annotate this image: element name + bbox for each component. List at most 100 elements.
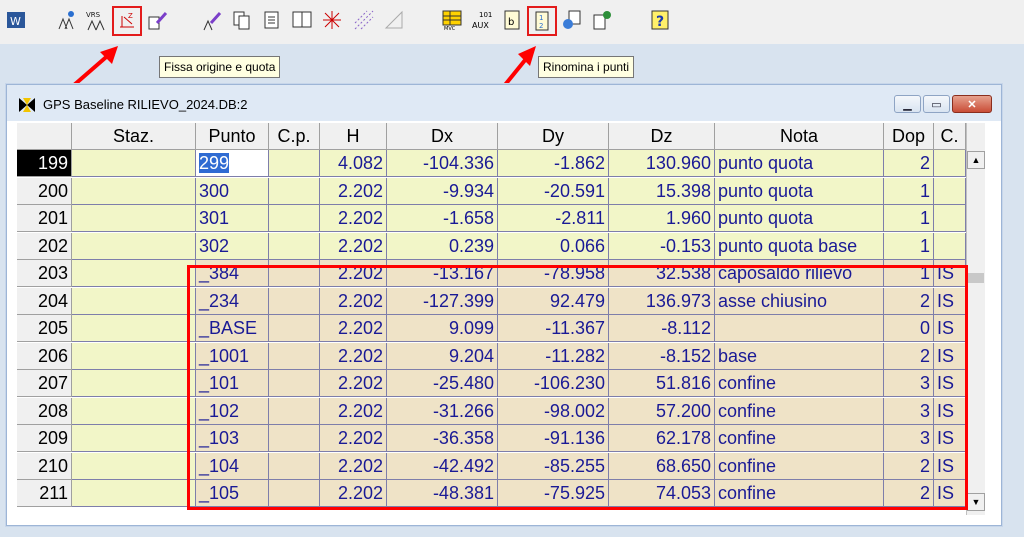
document-list-icon[interactable] [260, 8, 284, 32]
cell-stz[interactable] [72, 425, 196, 452]
cell-dop[interactable]: 1 [884, 177, 934, 205]
table-row[interactable]: 201 301 2.202 -1.658 -2.811 1.960 punto quota 1 [17, 205, 966, 232]
cell-c[interactable]: IS [934, 480, 966, 507]
table-row[interactable]: 207 _101 2.202 -25.480 -106.230 51.816 confine… [17, 370, 966, 397]
cell-dop[interactable]: 2 [884, 287, 934, 315]
column-header[interactable]: Nota [715, 123, 884, 150]
cell-punto[interactable]: _101 [196, 370, 269, 397]
cell-dy[interactable]: -78.958 [498, 260, 609, 287]
maximize-button[interactable]: ▭ [923, 95, 950, 113]
cell-stz[interactable] [72, 177, 196, 205]
scroll-down-button[interactable]: ▼ [967, 493, 985, 511]
cell-h[interactable]: 2.202 [320, 425, 387, 452]
cell-h[interactable]: 2.202 [320, 397, 387, 425]
cell-punto[interactable]: _102 [196, 397, 269, 425]
help-button[interactable]: ? [648, 8, 672, 32]
column-header[interactable]: Dx [387, 123, 498, 150]
row-number[interactable]: 209 [17, 425, 72, 452]
table-row[interactable]: 205 _BASE 2.202 9.099 -11.367 -8.112 0 IS [17, 315, 966, 342]
cell-dx[interactable]: -48.381 [387, 480, 498, 507]
cell-dz[interactable]: 68.650 [609, 452, 715, 480]
cell-h[interactable]: 2.202 [320, 287, 387, 315]
cell-stz[interactable] [72, 260, 196, 287]
table-row[interactable]: 209 _103 2.202 -36.358 -91.136 62.178 confine 3… [17, 425, 966, 452]
cell-dy[interactable]: -106.230 [498, 370, 609, 397]
cell-c[interactable]: IS [934, 287, 966, 315]
cell-stz[interactable] [72, 480, 196, 507]
cell-dop[interactable]: 0 [884, 315, 934, 342]
cell-punto[interactable]: _103 [196, 425, 269, 452]
cell-dop[interactable]: 2 [884, 452, 934, 480]
table-row[interactable]: 210 _104 2.202 -42.492 -85.255 68.650 confine 2… [17, 452, 966, 480]
cell-dy[interactable]: -75.925 [498, 480, 609, 507]
cell-cp[interactable] [269, 260, 320, 287]
column-header[interactable]: Dz [609, 123, 715, 150]
cell-dx[interactable]: -9.934 [387, 177, 498, 205]
cell-dy[interactable]: -11.282 [498, 342, 609, 370]
cell-cp[interactable] [269, 342, 320, 370]
row-number[interactable]: 200 [17, 177, 72, 205]
table-row[interactable]: 200 300 2.202 -9.934 -20.591 15.398 punto quot… [17, 177, 966, 205]
cell-h[interactable]: 2.202 [320, 480, 387, 507]
cell-punto[interactable]: _BASE [196, 315, 269, 342]
cell-punto[interactable]: _384 [196, 260, 269, 287]
cell-h[interactable]: 2.202 [320, 315, 387, 342]
row-number[interactable]: 205 [17, 315, 72, 342]
cell-dz[interactable]: 130.960 [609, 150, 715, 177]
cell-dz[interactable]: 1.960 [609, 205, 715, 232]
cell-dx[interactable]: -25.480 [387, 370, 498, 397]
copy-document-icon[interactable] [230, 8, 254, 32]
cell-stz[interactable] [72, 205, 196, 232]
cell-nota[interactable]: punto quota [715, 205, 884, 232]
table-row[interactable]: 206 _1001 2.202 9.204 -11.282 -8.152 base 2 IS [17, 342, 966, 370]
cell-cp[interactable] [269, 397, 320, 425]
table-row[interactable]: 211 _105 2.202 -48.381 -75.925 74.053 confine 2… [17, 480, 966, 507]
row-number[interactable]: 208 [17, 397, 72, 425]
cell-dop[interactable]: 3 [884, 425, 934, 452]
cell-dop[interactable]: 2 [884, 150, 934, 177]
cell-nota[interactable]: punto quota [715, 150, 884, 177]
row-number[interactable]: 203 [17, 260, 72, 287]
cell-dz[interactable]: -8.152 [609, 342, 715, 370]
column-header[interactable]: C.p. [269, 123, 320, 150]
cell-c[interactable]: IS [934, 397, 966, 425]
cell-cp[interactable] [269, 177, 320, 205]
cell-punto[interactable]: 300 [196, 177, 269, 205]
cell-cp[interactable] [269, 452, 320, 480]
column-header[interactable]: H [320, 123, 387, 150]
cell-nota[interactable]: caposaldo rilievo [715, 260, 884, 287]
cell-cp[interactable] [269, 205, 320, 232]
cell-dz[interactable]: -8.112 [609, 315, 715, 342]
star-points-icon[interactable] [320, 8, 344, 32]
cell-cp[interactable] [269, 287, 320, 315]
cell-stz[interactable] [72, 397, 196, 425]
cell-punto[interactable]: 301 [196, 205, 269, 232]
cell-c[interactable]: IS [934, 425, 966, 452]
cell-nota[interactable]: confine [715, 480, 884, 507]
cell-dx[interactable]: 9.204 [387, 342, 498, 370]
cell-dop[interactable]: 1 [884, 232, 934, 260]
minimize-button[interactable]: ▁ [894, 95, 921, 113]
scroll-thumb[interactable] [968, 273, 984, 283]
cell-dz[interactable]: 32.538 [609, 260, 715, 287]
table-row[interactable]: 204 _234 2.202 -127.399 92.479 136.973 asse ch… [17, 287, 966, 315]
cell-dz[interactable]: 51.816 [609, 370, 715, 397]
row-number[interactable]: 206 [17, 342, 72, 370]
cell-dz[interactable]: 74.053 [609, 480, 715, 507]
cell-dop[interactable]: 1 [884, 260, 934, 287]
vrs-station-icon[interactable]: VRS [84, 8, 108, 32]
cell-c[interactable]: IS [934, 342, 966, 370]
cell-h[interactable]: 2.202 [320, 232, 387, 260]
cell-stz[interactable] [72, 315, 196, 342]
cell-nota[interactable]: base [715, 342, 884, 370]
row-number[interactable]: 207 [17, 370, 72, 397]
survey-edit-icon[interactable] [200, 8, 224, 32]
cell-punto[interactable]: _104 [196, 452, 269, 480]
column-header[interactable]: Dop [884, 123, 934, 150]
row-number[interactable]: 201 [17, 205, 72, 232]
cell-nota[interactable]: asse chiusino [715, 287, 884, 315]
close-button[interactable]: ✕ [952, 95, 992, 113]
cell-h[interactable]: 2.202 [320, 205, 387, 232]
cell-nota[interactable]: confine [715, 452, 884, 480]
cell-stz[interactable] [72, 370, 196, 397]
